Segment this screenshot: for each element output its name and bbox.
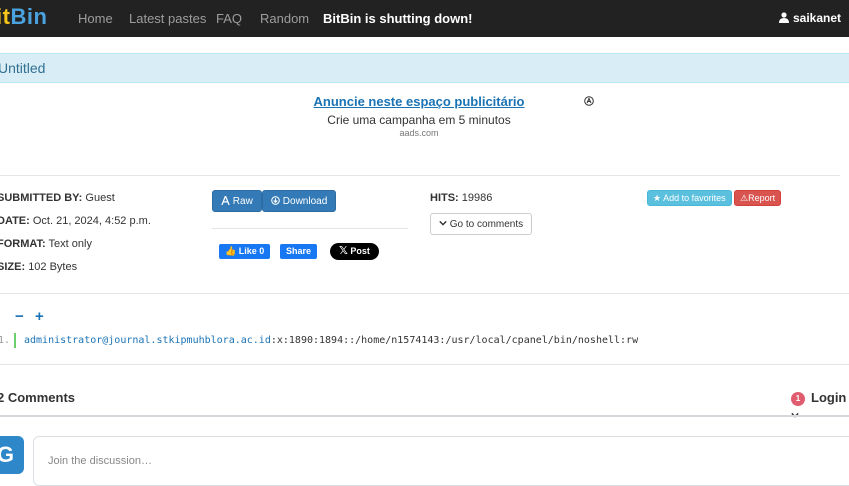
nav-faq[interactable]: FAQ [216, 11, 242, 26]
divider [212, 228, 408, 229]
notification-badge: 1 [791, 392, 805, 406]
username: saikanet [792, 11, 841, 25]
facebook-share-button[interactable]: Share [280, 244, 318, 259]
star-icon: ★ [653, 193, 662, 203]
brand-logo[interactable]: itBin [0, 4, 47, 30]
thumbs-up-icon: 👍 [225, 246, 237, 256]
download-icon [271, 196, 280, 205]
chevron-down-icon [439, 220, 447, 226]
add-to-favorites-button[interactable]: ★ Add to favorites [647, 190, 732, 206]
meta-submitted: SUBMITTED BY: Guest [0, 192, 115, 204]
avatar: G [0, 436, 24, 474]
ad-subtitle: Crie uma campanha em 5 minutos [327, 113, 511, 127]
ad-choices-icon[interactable] [584, 96, 594, 106]
meta-size: SIZE: 102 Bytes [0, 261, 78, 273]
divider [0, 175, 840, 176]
login-menu[interactable]: 1 Login [791, 390, 849, 422]
line-number: 1. [0, 335, 11, 346]
go-to-comments-button[interactable]: Go to comments [430, 213, 533, 235]
meta-hits: HITS: 19986 [430, 192, 493, 204]
x-post-button[interactable]: 𝕏 Post [330, 243, 379, 260]
user-menu[interactable]: saikanet [778, 11, 841, 25]
divider [0, 364, 849, 365]
x-logo-icon: 𝕏 [339, 245, 348, 257]
facebook-like-button[interactable]: 👍 Like 0 [219, 244, 271, 259]
navbar: itBin Home Latest pastes FAQ Random BitB… [0, 0, 849, 37]
email-link[interactable]: administrator@journal.stkipmuhblora.ac.i… [24, 335, 271, 346]
raw-button[interactable]: Raw [212, 190, 262, 212]
zoom-in-button[interactable]: + [35, 308, 44, 325]
zoom-out-button[interactable]: − [15, 308, 24, 325]
download-button[interactable]: Download [262, 190, 337, 212]
report-button[interactable]: ⚠Report [734, 190, 782, 206]
warning-icon: ⚠ [740, 193, 749, 203]
divider [0, 293, 849, 294]
paste-title: Untitled [0, 60, 46, 76]
nav-home[interactable]: Home [78, 11, 113, 26]
line-marker [14, 333, 16, 348]
ad-host: aads.com [399, 128, 439, 138]
font-icon [221, 194, 230, 206]
nav-shutting-down[interactable]: BitBin is shutting down! [323, 11, 472, 26]
code-text: administrator@journal.stkipmuhblora.ac.i… [24, 335, 639, 346]
comment-placeholder: Join the discussion… [48, 455, 152, 467]
nav-random[interactable]: Random [260, 11, 309, 26]
comments-count: 2 Comments [0, 390, 76, 405]
divider [0, 415, 849, 417]
comment-input[interactable]: Join the discussion… [33, 436, 849, 486]
ad-link[interactable]: Anuncie neste espaço publicitário [0, 94, 838, 109]
user-icon [778, 12, 789, 23]
nav-latest-pastes[interactable]: Latest pastes [129, 11, 206, 26]
meta-date: DATE: Oct. 21, 2024, 4:52 p.m. [0, 215, 151, 227]
meta-format: FORMAT: Text only [0, 238, 92, 250]
paste-title-bar: Untitled [0, 53, 849, 83]
